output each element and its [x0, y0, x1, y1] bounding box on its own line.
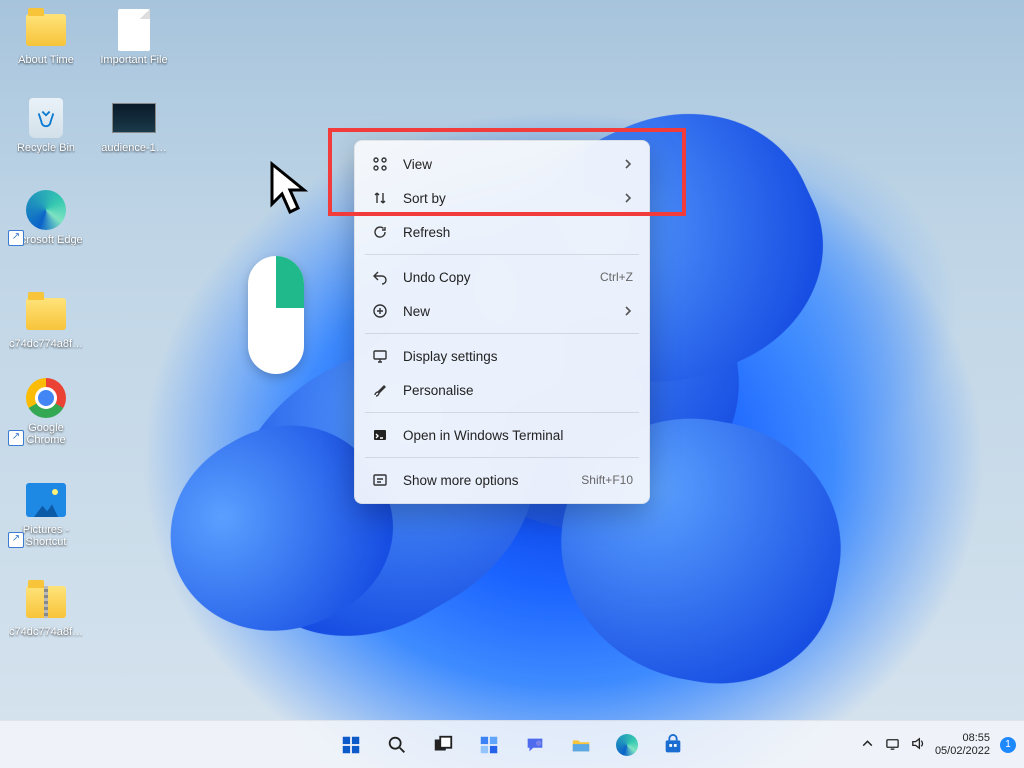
- grid-icon: [371, 155, 389, 173]
- icon-label: c74dc774a8f…: [9, 338, 83, 350]
- menu-shortcut: Shift+F10: [581, 473, 633, 487]
- menu-label: Show more options: [403, 473, 567, 488]
- tray-time: 08:55: [962, 732, 990, 745]
- icon-label: Recycle Bin: [17, 142, 75, 154]
- undo-icon: [371, 268, 389, 286]
- start-button[interactable]: [331, 725, 371, 765]
- menu-separator: [365, 412, 639, 413]
- desktop-icon-audience[interactable]: audience-1…: [96, 96, 172, 154]
- menu-item-sort-by[interactable]: Sort by: [361, 181, 643, 215]
- edge-button[interactable]: [607, 725, 647, 765]
- file-explorer-button[interactable]: [561, 725, 601, 765]
- icon-label: About Time: [18, 54, 74, 66]
- tray-date: 05/02/2022: [935, 745, 990, 758]
- icon-label: Pictures - Shortcut: [8, 524, 84, 548]
- plus-circle-icon: [371, 302, 389, 320]
- desktop-icon-folder1[interactable]: c74dc774a8f…: [8, 292, 84, 350]
- widgets-button[interactable]: [469, 725, 509, 765]
- menu-label: Refresh: [403, 225, 633, 240]
- mouse-right-click-illustration: [248, 256, 304, 374]
- menu-item-personalise[interactable]: Personalise: [361, 373, 643, 407]
- chevron-right-icon: [623, 304, 633, 319]
- menu-separator: [365, 254, 639, 255]
- menu-item-view[interactable]: View: [361, 147, 643, 181]
- menu-label: New: [403, 304, 609, 319]
- chat-button[interactable]: [515, 725, 555, 765]
- desktop-icon-edge[interactable]: Microsoft Edge: [8, 188, 84, 246]
- menu-item-terminal[interactable]: Open in Windows Terminal: [361, 418, 643, 452]
- desktop-icon-pictures[interactable]: Pictures - Shortcut: [8, 478, 84, 548]
- menu-label: Open in Windows Terminal: [403, 428, 633, 443]
- menu-shortcut: Ctrl+Z: [600, 270, 633, 284]
- icon-label: Google Chrome: [8, 422, 84, 446]
- sort-icon: [371, 189, 389, 207]
- desktop-icon-folder2[interactable]: c74dc774a8f…: [8, 580, 84, 638]
- refresh-icon: [371, 223, 389, 241]
- system-tray: 08:55 05/02/2022 1: [860, 732, 1016, 758]
- more-icon: [371, 471, 389, 489]
- menu-item-new[interactable]: New: [361, 294, 643, 328]
- icon-label: c74dc774a8f…: [9, 626, 83, 638]
- chevron-right-icon: [623, 157, 633, 172]
- menu-item-refresh[interactable]: Refresh: [361, 215, 643, 249]
- brush-icon: [371, 381, 389, 399]
- menu-label: Sort by: [403, 191, 609, 206]
- task-view-button[interactable]: [423, 725, 463, 765]
- desktop-icon-recycle-bin[interactable]: Recycle Bin: [8, 96, 84, 154]
- menu-item-undo-copy[interactable]: Undo Copy Ctrl+Z: [361, 260, 643, 294]
- menu-label: Personalise: [403, 383, 633, 398]
- volume-icon[interactable]: [910, 736, 925, 754]
- menu-label: Display settings: [403, 349, 633, 364]
- chevron-right-icon: [623, 191, 633, 206]
- notification-badge[interactable]: 1: [1000, 737, 1016, 753]
- desktop-context-menu: View Sort by Refresh Undo Copy Ctrl+Z Ne…: [354, 140, 650, 504]
- search-button[interactable]: [377, 725, 417, 765]
- tray-overflow-button[interactable]: [860, 736, 875, 754]
- menu-separator: [365, 457, 639, 458]
- menu-label: View: [403, 157, 609, 172]
- icon-label: Microsoft Edge: [9, 234, 82, 246]
- cursor-pointer-icon: [268, 160, 310, 218]
- network-icon[interactable]: [885, 736, 900, 754]
- icon-label: audience-1…: [101, 142, 166, 154]
- taskbar: 08:55 05/02/2022 1: [0, 720, 1024, 768]
- clock-button[interactable]: 08:55 05/02/2022: [935, 732, 990, 758]
- desktop-icon-important-file[interactable]: Important File: [96, 8, 172, 66]
- store-button[interactable]: [653, 725, 693, 765]
- icon-label: Important File: [100, 54, 167, 66]
- display-icon: [371, 347, 389, 365]
- menu-label: Undo Copy: [403, 270, 586, 285]
- menu-item-display-settings[interactable]: Display settings: [361, 339, 643, 373]
- desktop-icon-about-time[interactable]: About Time: [8, 8, 84, 66]
- terminal-icon: [371, 426, 389, 444]
- desktop-icon-chrome[interactable]: Google Chrome: [8, 376, 84, 446]
- menu-item-show-more[interactable]: Show more options Shift+F10: [361, 463, 643, 497]
- menu-separator: [365, 333, 639, 334]
